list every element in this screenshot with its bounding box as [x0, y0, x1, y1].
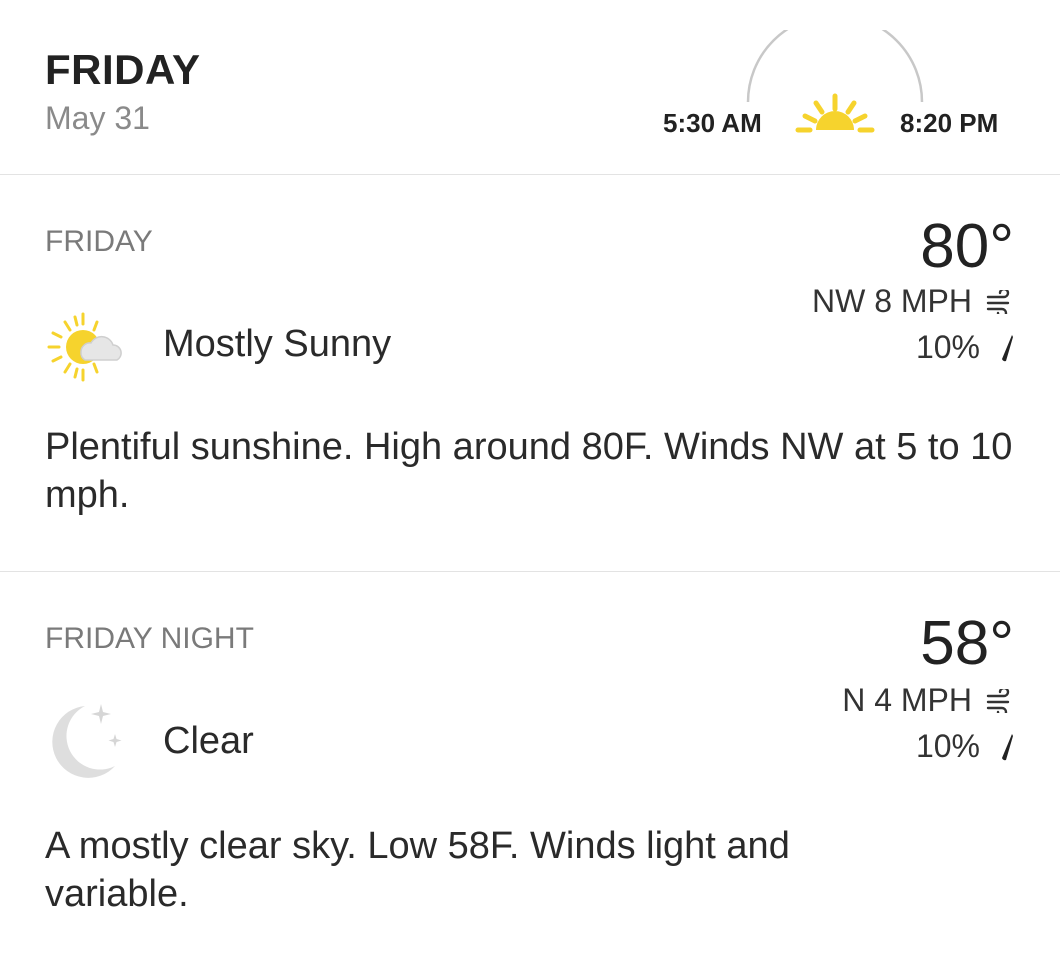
date-label: May 31: [45, 100, 150, 136]
precip-info: 10%: [916, 728, 1014, 765]
raindrop-icon: [1002, 334, 1013, 361]
precip-text: 10%: [915, 329, 980, 365]
period-temperature: 58°: [920, 609, 1014, 678]
wind-icon: [986, 688, 1010, 713]
partly-sunny-icon: [47, 312, 122, 382]
raindrop-icon: [1002, 733, 1013, 760]
period-temperature: 80°: [920, 212, 1014, 281]
sunrise-time: 5:30 AM: [663, 108, 762, 138]
period-description: A mostly clear sky. Low 58F. Winds light…: [45, 825, 790, 915]
precip-text: 10%: [915, 728, 980, 764]
day-header: FRIDAY May 31 5:30 AM 8:20 PM: [0, 0, 1060, 174]
precip-info: 10%: [916, 329, 1014, 366]
forecast-period-day: FRIDAY 80° Mostly Sunny NW 8 MPH 10% Ple…: [0, 175, 1060, 570]
wind-text: NW 8 MPH: [812, 283, 972, 319]
period-label: FRIDAY NIGHT: [45, 622, 254, 655]
wind-info: N 4 MPH: [842, 682, 1014, 719]
condition-text: Mostly Sunny: [163, 323, 392, 365]
period-label: FRIDAY: [45, 225, 153, 258]
forecast-period-night: FRIDAY NIGHT 58° Clear N 4 MPH 10% A mos…: [0, 572, 1060, 961]
period-description: Plentiful sunshine. High around 80F. Win…: [45, 426, 1013, 516]
wind-text: N 4 MPH: [842, 682, 972, 718]
condition-text: Clear: [163, 720, 254, 762]
wind-info: NW 8 MPH: [812, 283, 1014, 320]
sunset-time: 8:20 PM: [900, 108, 999, 138]
clear-night-moon-icon: [52, 704, 122, 778]
day-title: FRIDAY: [45, 46, 201, 93]
wind-icon: [986, 289, 1010, 314]
